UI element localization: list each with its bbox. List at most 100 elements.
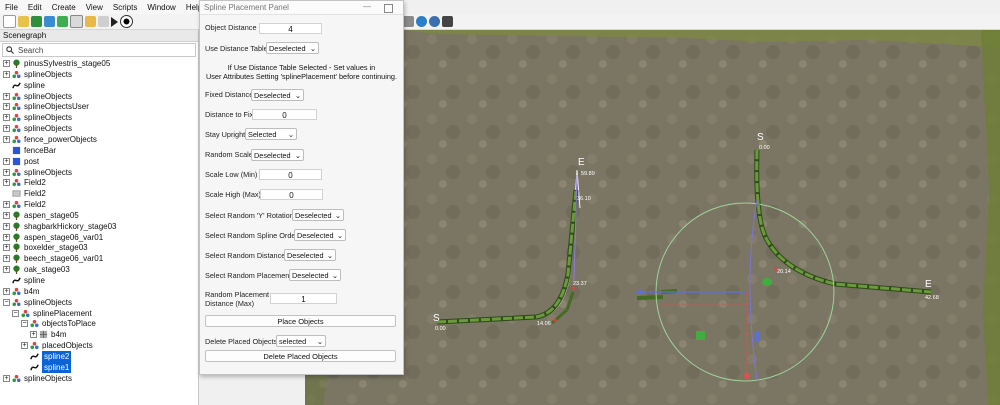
scenegraph-item[interactable]: + splineObjectsUser bbox=[3, 101, 89, 112]
export-icon[interactable] bbox=[57, 16, 68, 27]
cube-icon bbox=[12, 157, 21, 166]
scenegraph-item[interactable]: + splineObjects bbox=[3, 91, 72, 102]
scale-low-input[interactable]: 0 bbox=[259, 169, 322, 180]
scenegraph-item[interactable]: fenceBar bbox=[3, 145, 56, 156]
scenegraph-item[interactable]: Field2 bbox=[3, 188, 46, 199]
expand-toggle[interactable]: + bbox=[3, 179, 10, 187]
globe-icon[interactable] bbox=[416, 16, 427, 27]
collapse-toggle[interactable]: − bbox=[12, 309, 19, 317]
expand-toggle[interactable]: + bbox=[3, 135, 10, 143]
expand-toggle[interactable]: + bbox=[3, 266, 10, 274]
expand-toggle[interactable]: + bbox=[3, 125, 10, 133]
redo-icon[interactable] bbox=[98, 16, 109, 27]
expand-toggle[interactable]: + bbox=[3, 211, 10, 219]
place-objects-button[interactable]: Place Objects bbox=[205, 315, 396, 327]
random-scale-select[interactable]: Deselected ⌄ bbox=[251, 149, 304, 161]
scale-high-input[interactable]: 0 bbox=[260, 189, 323, 200]
scenegraph-item[interactable]: + b4m bbox=[30, 329, 67, 340]
minimize-button[interactable]: — bbox=[363, 2, 371, 11]
object-distance-input[interactable]: 4 bbox=[259, 23, 322, 34]
paste-icon[interactable] bbox=[442, 16, 453, 27]
scenegraph-item-label: splineObjects bbox=[24, 373, 73, 383]
expand-toggle[interactable]: + bbox=[3, 201, 10, 209]
menu-file[interactable]: File bbox=[0, 3, 23, 12]
use-distance-table-select[interactable]: Deselected ⌄ bbox=[266, 42, 319, 54]
scenegraph-item-label: Field2 bbox=[24, 178, 46, 188]
expand-toggle[interactable]: + bbox=[3, 233, 10, 241]
expand-toggle[interactable]: + bbox=[3, 157, 10, 165]
distance-to-fix-input[interactable]: 0 bbox=[252, 109, 317, 120]
save-icon[interactable] bbox=[31, 16, 42, 27]
scenegraph-item[interactable]: + aspen_stage05 bbox=[3, 210, 79, 221]
expand-toggle[interactable]: + bbox=[3, 114, 10, 122]
play-icon[interactable] bbox=[111, 16, 118, 27]
scenegraph-item[interactable]: + boxelder_stage03 bbox=[3, 242, 88, 253]
menu-view[interactable]: View bbox=[81, 3, 108, 12]
random-distance-select[interactable]: Deselected ⌄ bbox=[284, 249, 336, 261]
expand-toggle[interactable]: + bbox=[3, 70, 10, 78]
scenegraph-item[interactable]: + splineObjects bbox=[3, 373, 72, 384]
expand-toggle[interactable]: + bbox=[3, 168, 10, 176]
tree-icon bbox=[12, 233, 21, 242]
scenegraph-item[interactable]: spline bbox=[3, 275, 45, 286]
3d-viewport[interactable]: S 0.00 E 59.89 14.06 23.37 36.10 S 0.00 … bbox=[305, 30, 1000, 405]
menu-window[interactable]: Window bbox=[142, 3, 180, 12]
scenegraph-item[interactable]: + shagbarkHickory_stage03 bbox=[3, 221, 117, 232]
scenegraph-item[interactable]: − splinePlacement bbox=[12, 308, 92, 319]
expand-toggle[interactable]: + bbox=[21, 342, 28, 350]
scenegraph-item[interactable]: + pinusSylvestris_stage05 bbox=[3, 58, 110, 69]
menu-create[interactable]: Create bbox=[47, 3, 81, 12]
scenegraph-item[interactable]: + Field2 bbox=[3, 177, 46, 188]
menu-scripts[interactable]: Scripts bbox=[108, 3, 142, 12]
undo-icon[interactable] bbox=[85, 16, 96, 27]
scenegraph-item[interactable]: + beech_stage06_var01 bbox=[3, 253, 103, 264]
scenegraph-item[interactable]: − objectsToPlace bbox=[21, 318, 96, 329]
eye-icon[interactable] bbox=[120, 15, 133, 28]
collapse-toggle[interactable]: − bbox=[3, 298, 10, 306]
random-scale-label: Random Scale bbox=[205, 150, 253, 159]
local-space-icon[interactable] bbox=[429, 16, 440, 27]
scenegraph-item[interactable]: + splineObjects bbox=[3, 69, 72, 80]
scenegraph-item[interactable]: + oak_stage03 bbox=[3, 264, 70, 275]
scenegraph-item[interactable]: spline2 bbox=[21, 350, 72, 362]
scenegraph-item[interactable]: + aspen_stage06_var01 bbox=[3, 232, 103, 243]
scenegraph-item[interactable]: − splineObjects bbox=[3, 297, 72, 308]
random-spline-order-select[interactable]: Deselected ⌄ bbox=[294, 229, 346, 241]
scenegraph-search-box[interactable]: Search bbox=[2, 43, 196, 57]
viewport-canvas[interactable]: S 0.00 E 59.89 14.06 23.37 36.10 S 0.00 … bbox=[305, 30, 1000, 405]
expand-toggle[interactable]: + bbox=[3, 255, 10, 263]
scenegraph-item[interactable]: + Field2 bbox=[3, 199, 46, 210]
delete-placed-objects-button[interactable]: Delete Placed Objects bbox=[205, 350, 396, 362]
random-placement-distance-input[interactable]: 1 bbox=[270, 293, 337, 304]
fixed-distance-select[interactable]: Deselected ⌄ bbox=[251, 89, 304, 101]
random-y-rotation-select[interactable]: Deselected ⌄ bbox=[292, 209, 344, 221]
scenegraph-item[interactable]: + splineObjects bbox=[3, 112, 72, 123]
snap-tool-icon[interactable] bbox=[403, 16, 414, 27]
expand-toggle[interactable]: + bbox=[30, 331, 37, 339]
new-file-icon[interactable] bbox=[3, 15, 16, 28]
scenegraph-item[interactable]: spline1 bbox=[21, 361, 72, 373]
expand-toggle[interactable]: + bbox=[3, 103, 10, 111]
scenegraph-item[interactable]: + placedObjects bbox=[21, 340, 93, 351]
stay-upright-select[interactable]: Selected ⌄ bbox=[245, 128, 297, 140]
scenegraph-item[interactable]: spline bbox=[3, 80, 45, 91]
scenegraph-item[interactable]: + post bbox=[3, 156, 39, 167]
expand-toggle[interactable]: + bbox=[3, 222, 10, 230]
collapse-toggle[interactable]: − bbox=[21, 320, 28, 328]
delete-placed-objects-select[interactable]: selected ⌄ bbox=[276, 335, 326, 347]
scenegraph-item[interactable]: + b4m bbox=[3, 286, 40, 297]
expand-toggle[interactable]: + bbox=[3, 287, 10, 295]
maximize-button[interactable] bbox=[384, 4, 393, 13]
expand-toggle[interactable]: + bbox=[3, 374, 10, 382]
scenegraph-item[interactable]: + splineObjects bbox=[3, 123, 72, 134]
import-icon[interactable] bbox=[44, 16, 55, 27]
open-folder-icon[interactable] bbox=[18, 16, 29, 27]
scenegraph-item[interactable]: + fence_powerObjects bbox=[3, 134, 97, 145]
expand-toggle[interactable]: + bbox=[3, 244, 10, 252]
random-placement-select[interactable]: Deselected ⌄ bbox=[289, 269, 341, 281]
scenegraph-item[interactable]: + splineObjects bbox=[3, 167, 72, 178]
expand-toggle[interactable]: + bbox=[3, 60, 10, 67]
menu-edit[interactable]: Edit bbox=[23, 3, 47, 12]
expand-toggle[interactable]: + bbox=[3, 92, 10, 100]
grid-icon[interactable] bbox=[70, 15, 83, 28]
